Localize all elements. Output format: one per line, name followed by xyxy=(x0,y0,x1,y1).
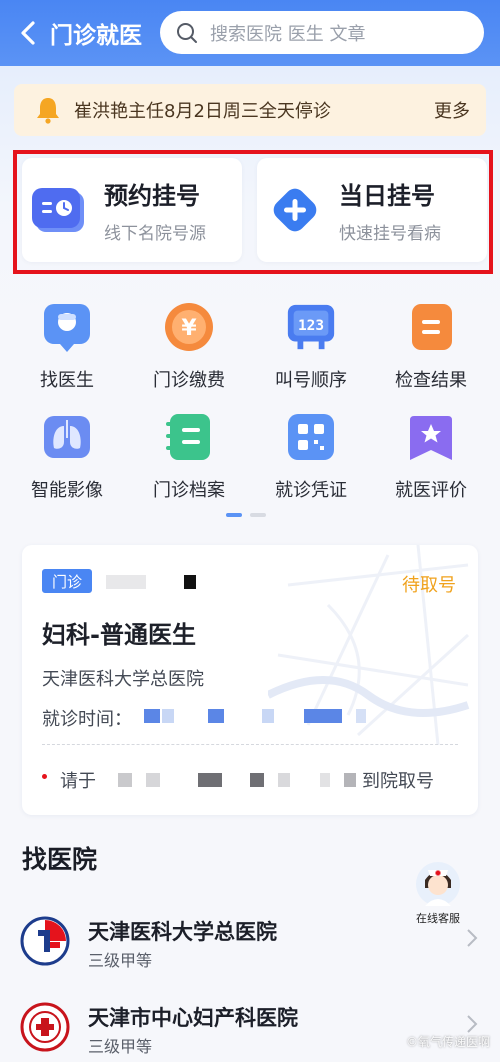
grid-item-voucher[interactable]: 就诊凭证 xyxy=(256,410,366,502)
chevron-right-icon xyxy=(467,1015,478,1033)
plus-diamond-icon xyxy=(265,180,325,240)
back-button[interactable] xyxy=(6,11,50,55)
hospital-level: 三级甲等 xyxy=(88,1037,153,1056)
masked-pickup-time xyxy=(146,773,160,787)
search-input[interactable]: 搜索医院 医生 文章 xyxy=(160,11,484,54)
hospital-list-item[interactable]: 天津市中心妇产科医院 三级甲等 xyxy=(0,992,500,1062)
hospital-name: 天津市中心妇产科医院 xyxy=(88,1006,298,1030)
hospital-level: 三级甲等 xyxy=(88,951,153,970)
grid-item-imaging[interactable]: 智能影像 xyxy=(12,410,122,502)
bell-icon xyxy=(34,96,62,124)
page-dot xyxy=(250,513,266,517)
svg-text:123: 123 xyxy=(298,318,324,334)
grid-label: 叫号顺序 xyxy=(275,370,347,391)
appointment-card[interactable]: 门诊 待取号 妇科-普通医生 天津医科大学总医院 就诊时间： 请于 到院取号 xyxy=(22,545,478,815)
hospital-logo-icon xyxy=(20,916,70,966)
top-bar: 门诊就医 搜索医院 医生 文章 xyxy=(0,0,500,66)
clinic-tag: 门诊 xyxy=(42,569,92,593)
grid-label: 智能影像 xyxy=(31,480,103,501)
page-title: 门诊就医 xyxy=(50,23,142,49)
archive-icon xyxy=(162,410,216,464)
masked-text xyxy=(106,575,146,589)
grid-item-find-doctor[interactable]: 找医生 xyxy=(12,300,122,392)
pickup-note-suffix: 到院取号 xyxy=(362,771,434,792)
masked-pickup-time xyxy=(250,773,264,787)
grid-label: 就诊凭证 xyxy=(275,480,347,501)
hospital-list-item[interactable]: 天津医科大学总医院 三级甲等 xyxy=(0,906,500,986)
masked-time xyxy=(208,709,224,723)
lungs-icon xyxy=(40,410,94,464)
masked-time xyxy=(304,709,342,723)
notice-more-link[interactable]: 更多 xyxy=(434,97,470,123)
hospital-logo-icon xyxy=(20,1002,70,1052)
notice-text: 崔洪艳主任8月2日周三全天停诊 xyxy=(74,101,331,122)
bullet-dot xyxy=(42,774,47,779)
divider xyxy=(42,744,458,745)
grid-label: 就医评价 xyxy=(395,480,467,501)
grid-label: 找医生 xyxy=(40,370,94,391)
notice-bar[interactable]: 崔洪艳主任8月2日周三全天停诊 更多 xyxy=(14,84,486,136)
grid-item-review[interactable]: 就医评价 xyxy=(376,410,486,502)
hospital-name: 天津医科大学总医院 xyxy=(42,669,204,690)
watermark: ©氧气传递医啊 xyxy=(405,1035,490,1049)
grid-item-archive[interactable]: 门诊档案 xyxy=(134,410,244,502)
masked-pickup-time xyxy=(278,773,290,787)
grid-item-results[interactable]: 检查结果 xyxy=(376,300,486,392)
qr-code-icon xyxy=(284,410,338,464)
masked-time xyxy=(144,709,160,723)
back-arrow-icon xyxy=(21,21,35,45)
search-icon xyxy=(177,22,197,43)
page-dot-active xyxy=(226,513,242,517)
svg-text:¥: ¥ xyxy=(181,316,197,341)
grid-item-payment[interactable]: ¥ 门诊缴费 xyxy=(134,300,244,392)
card-subtitle: 线下名院号源 xyxy=(104,224,206,244)
section-title: 找医院 xyxy=(22,845,98,874)
grid-label: 门诊缴费 xyxy=(153,370,225,391)
number-display-icon: 123 xyxy=(284,300,338,354)
report-icon xyxy=(404,300,458,354)
grid-label: 检查结果 xyxy=(395,370,467,391)
visit-time-label: 就诊时间： xyxy=(42,709,132,730)
search-placeholder: 搜索医院 医生 文章 xyxy=(210,23,366,45)
hospital-name: 天津医科大学总医院 xyxy=(88,920,277,944)
masked-pickup-time xyxy=(344,773,356,787)
same-day-register-button[interactable]: 当日挂号 快速挂号看病 xyxy=(257,158,487,262)
card-title: 预约挂号 xyxy=(104,182,200,210)
masked-time xyxy=(162,709,174,723)
yen-coin-icon: ¥ xyxy=(162,300,216,354)
masked-pickup-time xyxy=(320,773,330,787)
grid-item-queue[interactable]: 123 叫号顺序 xyxy=(256,300,366,392)
card-title: 当日挂号 xyxy=(339,182,435,210)
doctor-icon xyxy=(40,300,94,354)
masked-time xyxy=(262,709,274,723)
masked-pickup-time xyxy=(198,773,222,787)
star-bookmark-icon xyxy=(404,410,458,464)
nurse-avatar-icon xyxy=(416,862,460,906)
appointment-register-button[interactable]: 预约挂号 线下名院号源 xyxy=(22,158,242,262)
masked-pickup-time xyxy=(118,773,132,787)
masked-time xyxy=(356,709,366,723)
chevron-right-icon xyxy=(467,929,478,947)
card-subtitle: 快速挂号看病 xyxy=(339,224,441,244)
status-badge: 待取号 xyxy=(402,575,456,596)
pickup-note-prefix: 请于 xyxy=(60,771,96,792)
grid-label: 门诊档案 xyxy=(153,480,225,501)
department-name: 妇科-普通医生 xyxy=(42,621,196,649)
page-indicator xyxy=(226,513,266,517)
masked-text xyxy=(184,575,196,589)
calendar-clock-icon xyxy=(30,180,90,240)
